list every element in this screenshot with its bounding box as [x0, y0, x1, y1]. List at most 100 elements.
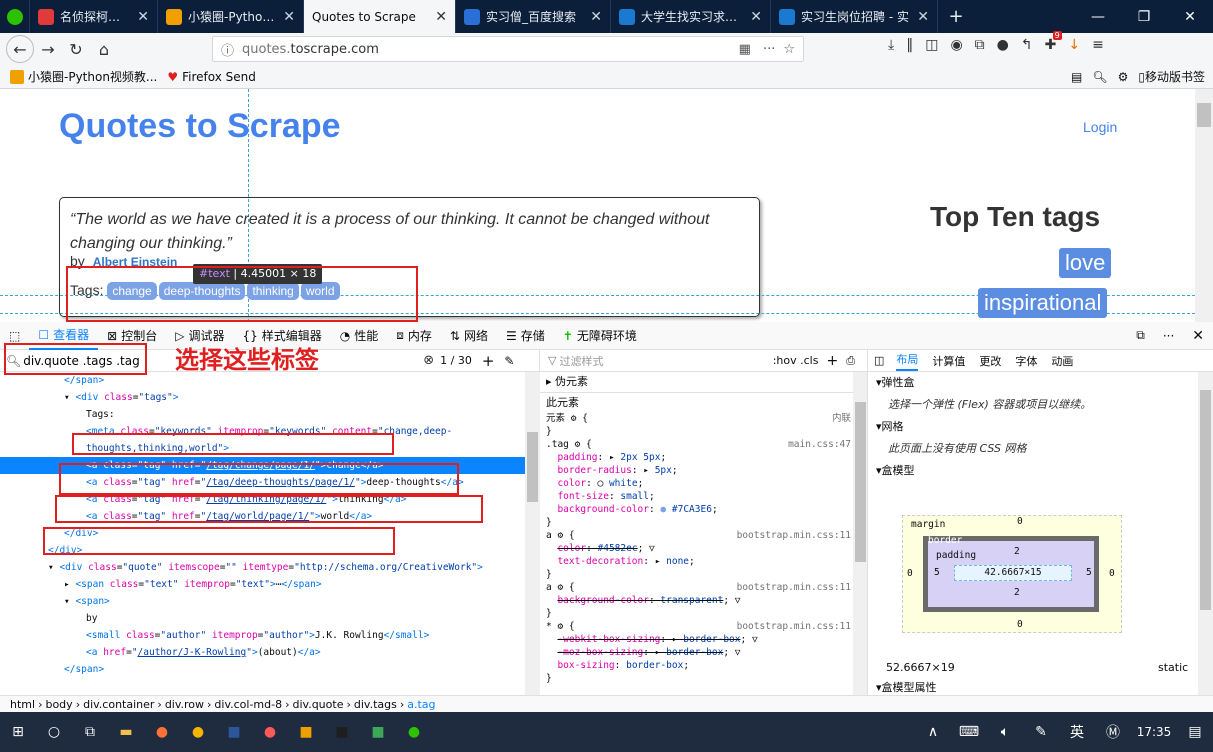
- home-icon[interactable]: ⌂: [90, 35, 118, 63]
- minimize-icon[interactable]: —: [1075, 0, 1121, 33]
- new-tab-button[interactable]: +: [938, 0, 974, 33]
- browser-tab[interactable]: 名侦探柯南 第994话 ✕: [30, 0, 158, 33]
- download-icon[interactable]: ⤓: [888, 37, 894, 53]
- css-rule-line[interactable]: text-decoration: ▸ none;: [540, 555, 867, 568]
- css-rule-line[interactable]: .tag ⚙ {main.css:47: [540, 438, 867, 451]
- rules-scrollbar[interactable]: [853, 372, 867, 695]
- tab-layout[interactable]: 布局: [896, 351, 919, 371]
- sidebar-icon[interactable]: ◫: [925, 37, 938, 53]
- breadcrumb-item[interactable]: div.tags: [354, 698, 397, 711]
- pen-icon[interactable]: ✎: [1023, 712, 1059, 752]
- markup-node[interactable]: ▾ <div class="quote" itemscope="" itemty…: [0, 559, 525, 576]
- css-rule-line[interactable]: }: [540, 607, 867, 620]
- app-icon[interactable]: ■: [360, 712, 396, 752]
- breadcrumb-item[interactable]: div.row: [165, 698, 204, 711]
- menu-icon[interactable]: ≡: [1092, 37, 1104, 53]
- close-tab-icon[interactable]: ✕: [750, 9, 762, 25]
- file-explorer-icon[interactable]: ▬: [108, 712, 144, 752]
- css-rule-line[interactable]: 元素 ⚙ {内联: [540, 412, 867, 425]
- layout-scrollbar[interactable]: [1198, 372, 1213, 695]
- padding-right[interactable]: 5: [1086, 567, 1092, 578]
- markup-node[interactable]: Tags:: [0, 406, 525, 423]
- close-tab-icon[interactable]: ✕: [917, 9, 929, 25]
- markup-node[interactable]: ▸ <span class="text" itemprop="text">⋯</…: [0, 576, 525, 593]
- windows-start-icon[interactable]: ⊞: [0, 712, 36, 752]
- bookmark-item[interactable]: 小猿圈-Python视频教...: [28, 68, 157, 85]
- tab-network[interactable]: ⇅ 网络: [441, 322, 497, 350]
- markup-node[interactable]: <small class="author" itemprop="author">…: [0, 627, 525, 644]
- css-rule-line[interactable]: color: ◯ white;: [540, 477, 867, 490]
- css-rule-line[interactable]: * ⚙ {bootstrap.min.css:11: [540, 620, 867, 633]
- css-rule-line[interactable]: a ⚙ {bootstrap.min.css:11: [540, 529, 867, 542]
- tab-changes[interactable]: 更改: [979, 353, 1001, 369]
- top-tag-love[interactable]: love: [1059, 248, 1112, 278]
- reload-icon[interactable]: ↻: [62, 35, 90, 63]
- box-props-header[interactable]: ▾盒模型属性: [876, 679, 937, 695]
- margin-left[interactable]: 0: [907, 568, 913, 579]
- app-icon[interactable]: ■: [216, 712, 252, 752]
- css-rule-line[interactable]: -webkit-box-sizing: ▸ border-box; ▽: [540, 633, 867, 646]
- browser-tab[interactable]: 大学生找实习求职指 ✕: [611, 0, 771, 33]
- tab-fonts[interactable]: 字体: [1015, 353, 1037, 369]
- task-view-icon[interactable]: ⧉: [72, 712, 108, 752]
- app-icon[interactable]: ●: [252, 712, 288, 752]
- browser-tab[interactable]: 实习生岗位招聘 - 实 ✕: [771, 0, 938, 33]
- share-icon[interactable]: ↰: [1021, 37, 1033, 53]
- breadcrumb-item[interactable]: html: [10, 698, 35, 711]
- markup-node[interactable]: <a href="/author/J-K-Rowling">(about)</a…: [0, 644, 525, 661]
- extension-icon[interactable]: ⧉: [975, 37, 985, 53]
- breadcrumb-item[interactable]: div.container: [83, 698, 154, 711]
- margin-right[interactable]: 0: [1109, 568, 1115, 579]
- padding-left[interactable]: 5: [934, 567, 940, 578]
- app-icon[interactable]: ■: [324, 712, 360, 752]
- css-rule-line[interactable]: background-color: ● #7CA3E6;: [540, 503, 867, 516]
- filter-styles-input[interactable]: 过滤样式: [559, 353, 772, 369]
- boxmodel-section-header[interactable]: ▾盒模型: [868, 460, 1213, 482]
- ime-mode[interactable]: 英: [1059, 712, 1095, 752]
- close-window-icon[interactable]: ✕: [1167, 0, 1213, 33]
- padding-bottom[interactable]: 2: [1014, 587, 1020, 598]
- close-tab-icon[interactable]: ✕: [283, 9, 295, 25]
- eyedropper-icon[interactable]: ✎: [504, 354, 514, 368]
- close-tab-icon[interactable]: ✕: [137, 9, 149, 25]
- breadcrumb-item[interactable]: body: [45, 698, 72, 711]
- wechat-icon[interactable]: ●: [396, 712, 432, 752]
- css-rule-line[interactable]: }: [540, 672, 867, 685]
- firefox-icon[interactable]: ●: [144, 712, 180, 752]
- notification-icon[interactable]: ▤: [1177, 712, 1213, 752]
- markup-node[interactable]: ▾ <div class="tags">: [0, 389, 525, 406]
- browser-tab[interactable]: Quotes to Scrape ✕: [304, 0, 456, 33]
- tab-animations[interactable]: 动画: [1051, 353, 1073, 369]
- pseudo-elements-toggle[interactable]: ▸ 伪元素: [540, 372, 867, 392]
- markup-node[interactable]: ▾ <span>: [0, 593, 525, 610]
- page-actions-icon[interactable]: ···: [763, 42, 775, 57]
- markup-node[interactable]: </span>: [0, 661, 525, 678]
- volume-icon[interactable]: 🔈︎: [987, 712, 1023, 752]
- padding-top[interactable]: 2: [1014, 546, 1020, 557]
- qr-icon[interactable]: ▦: [739, 42, 751, 57]
- grid-section-header[interactable]: ▾网格: [868, 416, 1213, 438]
- tray-arrow-icon[interactable]: ∧: [915, 712, 951, 752]
- app-icon[interactable]: ■: [288, 712, 324, 752]
- css-rule-line[interactable]: color: #4582ec; ▽: [540, 542, 867, 555]
- top-tag-inspirational[interactable]: inspirational: [978, 288, 1108, 318]
- css-rule-line[interactable]: }: [540, 516, 867, 529]
- back-icon[interactable]: ←: [6, 35, 34, 63]
- margin-bottom[interactable]: 0: [1017, 619, 1023, 630]
- bookmark-item[interactable]: Firefox Send: [182, 70, 256, 84]
- css-rule-line[interactable]: background-color: transparent; ▽: [540, 594, 867, 607]
- download-arrow-icon[interactable]: ↓: [1068, 37, 1080, 53]
- add-node-icon[interactable]: +: [482, 352, 495, 370]
- url-bar[interactable]: ⓘ quotes. toscrape.com ▦ ··· ☆: [212, 36, 804, 62]
- settings-icon[interactable]: ⚙: [1118, 70, 1129, 84]
- css-rule-line[interactable]: a ⚙ {bootstrap.min.css:11: [540, 581, 867, 594]
- breadcrumb-item[interactable]: div.quote: [293, 698, 344, 711]
- tab-storage[interactable]: ☰ 存储: [497, 322, 554, 350]
- browser-tab[interactable]: 小猿圈-Python视频 ✕: [158, 0, 304, 33]
- toggle-sidebar-icon[interactable]: ◫: [874, 354, 884, 367]
- page-scrollbar[interactable]: [1195, 89, 1213, 322]
- search-icon[interactable]: 🔍︎: [1092, 70, 1107, 84]
- account-icon[interactable]: ◉: [950, 37, 962, 53]
- margin-top[interactable]: 0: [1017, 516, 1023, 527]
- more-options-icon[interactable]: ···: [1154, 322, 1183, 350]
